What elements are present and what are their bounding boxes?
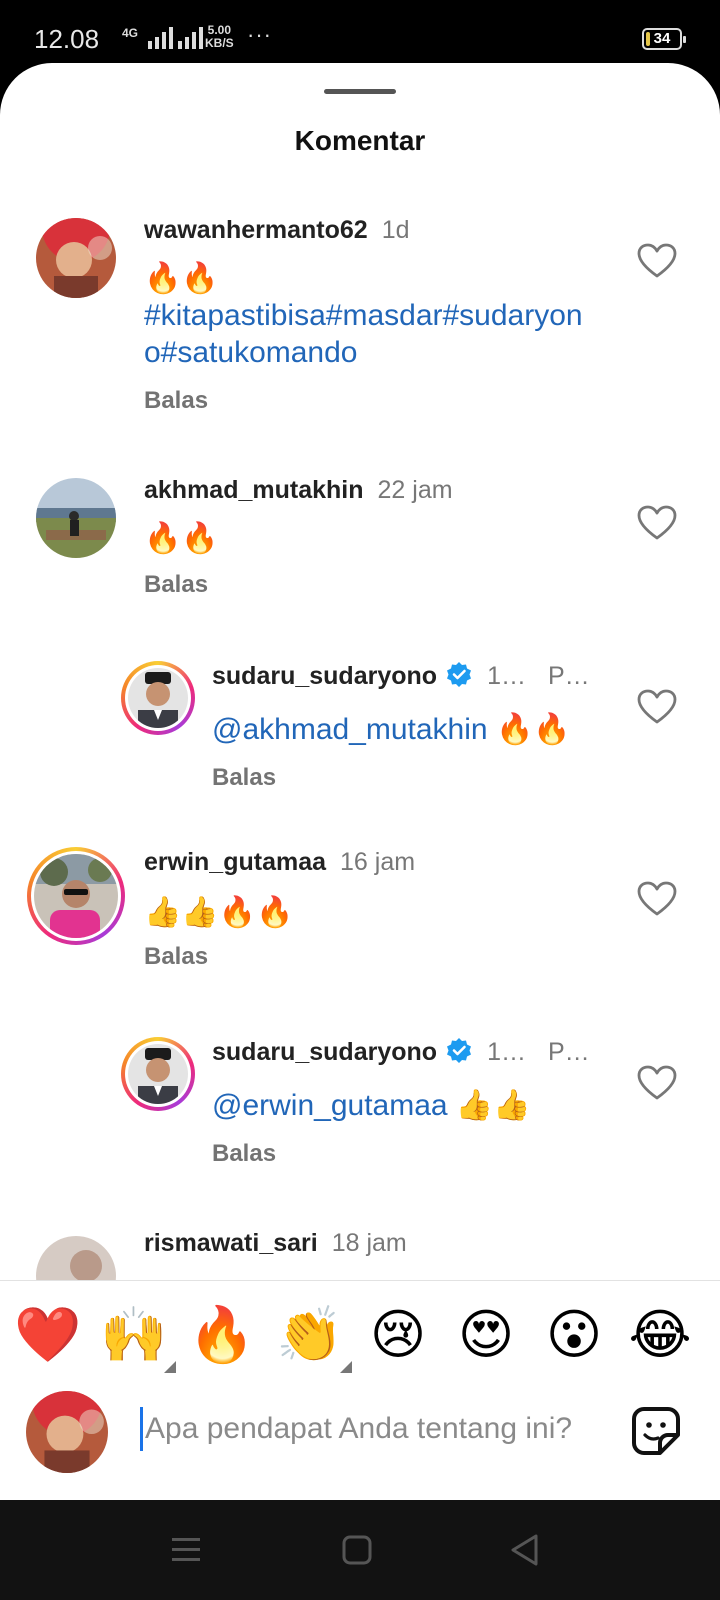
reaction-clapping-emoji: 👏 xyxy=(276,1303,344,1366)
username[interactable]: sudaru_sudaryono xyxy=(212,1038,437,1066)
comment-text: 🔥🔥 xyxy=(144,521,219,556)
reaction-surprised[interactable]: 😮 xyxy=(540,1301,608,1369)
reply-button[interactable]: Balas xyxy=(144,571,208,599)
reply-button[interactable]: Balas xyxy=(144,387,208,415)
comment-time: 1… xyxy=(487,1038,526,1066)
comment-emoji: 🔥🔥 xyxy=(495,712,571,747)
comment-meta: wawanhermanto62 1d xyxy=(144,216,410,245)
reaction-raising-hands-emoji: 🙌 xyxy=(100,1303,168,1366)
sheet-title: Komentar xyxy=(294,125,426,156)
heart-outline-icon[interactable] xyxy=(637,881,677,917)
comment-meta: rismawati_sari 18 jam xyxy=(144,1229,407,1258)
username[interactable]: sudaru_sudaryono xyxy=(212,662,437,690)
avatar[interactable] xyxy=(121,1037,195,1111)
avatar[interactable] xyxy=(27,847,125,945)
reaction-heart[interactable]: ❤️ xyxy=(14,1301,82,1369)
status-bar: 12.08 4G 5.00 KB/S ··· 34 xyxy=(0,0,720,70)
comment-time: 16 jam xyxy=(340,848,416,876)
battery-percent: 34 xyxy=(653,30,671,47)
comment-time: 1d xyxy=(381,216,410,244)
drag-handle[interactable] xyxy=(324,89,396,94)
username[interactable]: wawanhermanto62 xyxy=(144,216,368,244)
comment-meta: sudaru_sudaryono 1… P… xyxy=(212,1037,590,1067)
comment-input[interactable]: Apa pendapat Anda tentang ini? xyxy=(140,1407,572,1451)
verified-badge-icon xyxy=(447,1038,472,1063)
avatar[interactable] xyxy=(36,478,116,558)
comment-time: 18 jam xyxy=(331,1229,407,1257)
verified-badge-icon xyxy=(447,662,472,687)
comment-time: 22 jam xyxy=(377,476,453,504)
username[interactable]: akhmad_mutakhin xyxy=(144,476,364,504)
square-icon[interactable] xyxy=(340,1532,374,1568)
heart-outline-icon[interactable] xyxy=(637,689,677,725)
reply-button[interactable]: Balas xyxy=(212,764,276,792)
net-speed: 5.00 KB/S xyxy=(205,24,234,50)
avatar[interactable] xyxy=(121,661,195,735)
avatar[interactable] xyxy=(36,218,116,298)
back-triangle-icon[interactable] xyxy=(508,1532,542,1568)
reaction-raising-hands[interactable]: 🙌 xyxy=(100,1301,176,1373)
signal-icon xyxy=(148,27,173,49)
heart-outline-icon[interactable] xyxy=(637,1065,677,1101)
reaction-fire[interactable]: 🔥 xyxy=(188,1301,256,1369)
comments-sheet: Komentar wawanhermanto62 1d 🔥🔥 #kitapasti… xyxy=(0,63,720,1500)
comment-text: @erwin_gutamaa 👍👍 xyxy=(212,1087,531,1124)
comment-text: @akhmad_mutakhin 🔥🔥 xyxy=(212,711,571,748)
heart-outline-icon[interactable] xyxy=(637,243,677,279)
comment-extra: P… xyxy=(547,1038,590,1066)
network-type: 4G xyxy=(122,26,139,40)
reply-button[interactable]: Balas xyxy=(212,1140,276,1168)
reply-button[interactable]: Balas xyxy=(144,943,208,971)
skin-tone-indicator-icon xyxy=(164,1361,176,1373)
hashtag-link[interactable]: #kitapastibisa#masdar#sudaryono#satukoma… xyxy=(144,297,584,371)
status-time: 12.08 xyxy=(34,24,100,54)
signal-icon xyxy=(178,27,203,49)
comment-text: 👍👍🔥🔥 xyxy=(144,895,294,930)
own-avatar xyxy=(26,1391,108,1473)
net-speed-unit: KB/S xyxy=(205,36,234,50)
quick-reaction-bar: ❤️ 🙌 🔥 👏 😢 😍 😮 😂 xyxy=(0,1281,720,1385)
mention-link[interactable]: @akhmad_mutakhin xyxy=(212,713,488,746)
skin-tone-indicator-icon xyxy=(340,1361,352,1373)
comment-extra: P… xyxy=(547,662,590,690)
reaction-heart-eyes[interactable]: 😍 xyxy=(452,1301,520,1369)
more-status-icon: ··· xyxy=(247,22,272,47)
sticker-icon[interactable] xyxy=(630,1405,682,1457)
comment-emoji: 👍👍 xyxy=(455,1088,531,1123)
comment-time: 1… xyxy=(487,662,526,690)
comment-input-area: Apa pendapat Anda tentang ini? xyxy=(0,1385,720,1500)
reaction-clapping[interactable]: 👏 xyxy=(276,1301,352,1373)
comment-meta: erwin_gutamaa 16 jam xyxy=(144,848,415,877)
system-nav-bar xyxy=(0,1500,720,1600)
comment-meta: akhmad_mutakhin 22 jam xyxy=(144,476,453,505)
comment-text: 🔥🔥 xyxy=(144,261,219,296)
heart-outline-icon[interactable] xyxy=(637,505,677,541)
reaction-laughing[interactable]: 😂 xyxy=(626,1301,694,1369)
menu-icon[interactable] xyxy=(170,1532,202,1568)
username[interactable]: erwin_gutamaa xyxy=(144,848,326,876)
battery-icon: 34 xyxy=(642,28,686,50)
comment-meta: sudaru_sudaryono 1… P… xyxy=(212,661,590,691)
username[interactable]: rismawati_sari xyxy=(144,1229,318,1257)
mention-link[interactable]: @erwin_gutamaa xyxy=(212,1089,448,1122)
reaction-crying[interactable]: 😢 xyxy=(364,1301,432,1369)
